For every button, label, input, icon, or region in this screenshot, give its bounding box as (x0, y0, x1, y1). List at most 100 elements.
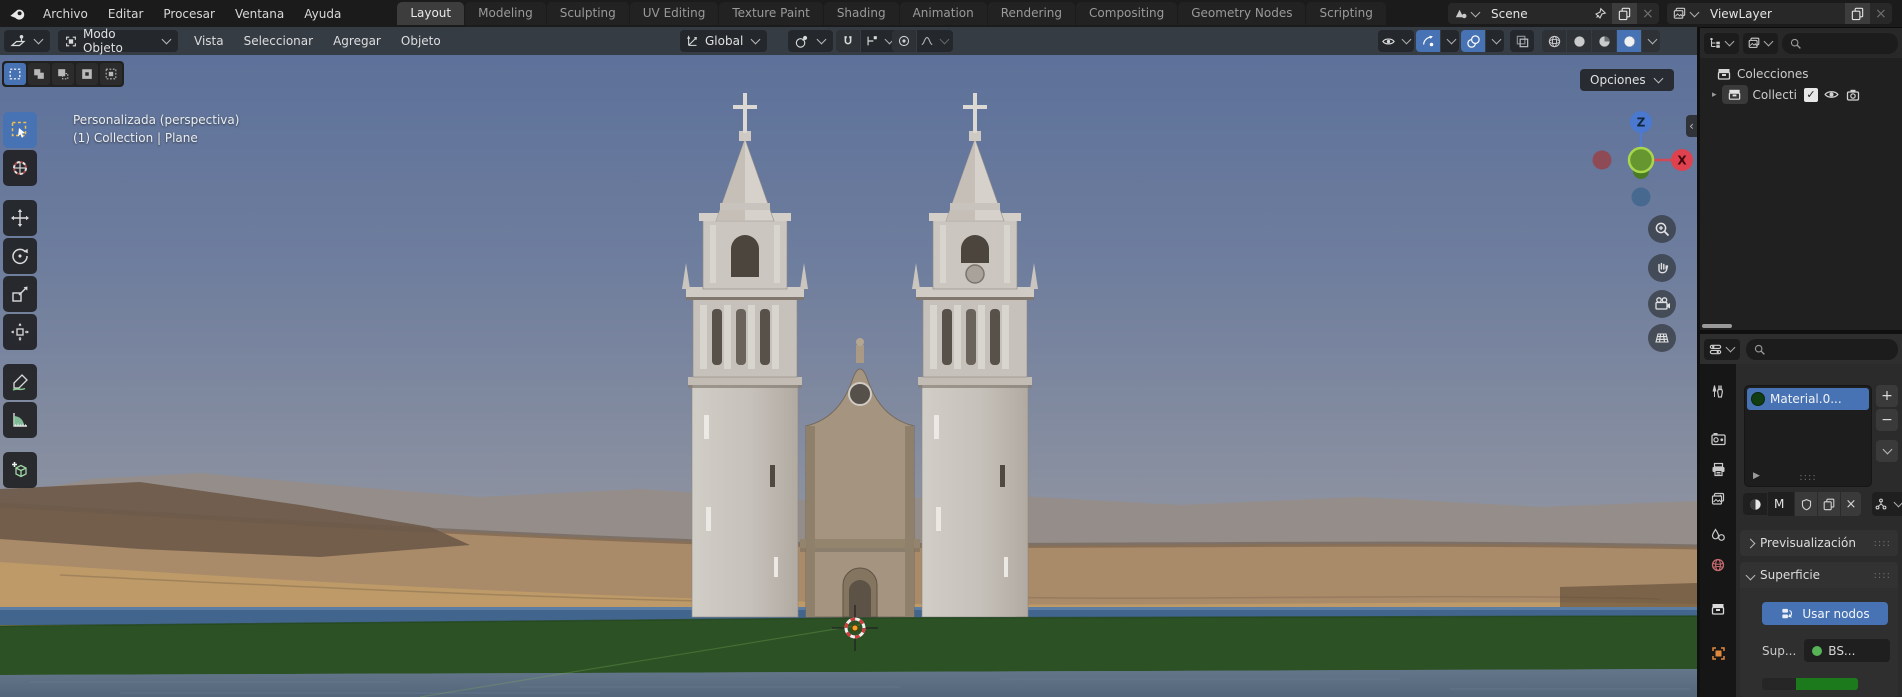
tab-object[interactable] (1700, 638, 1736, 668)
menu-objeto[interactable]: Objeto (391, 34, 451, 48)
collection-row[interactable]: ▸ Collecti ✓ (1700, 84, 1902, 105)
properties-editor-type-button[interactable] (1704, 339, 1740, 360)
panel-drag-grip[interactable]: :::: (1874, 538, 1891, 549)
scene-collection-row[interactable]: Colecciones (1700, 63, 1902, 84)
tool-add-cube[interactable] (3, 452, 37, 488)
proportional-falloff-button[interactable] (917, 30, 953, 52)
pivot-point-button[interactable] (788, 30, 833, 52)
collection-icon-button[interactable] (1722, 85, 1748, 104)
tool-annotate[interactable] (3, 364, 37, 400)
pan-button[interactable] (1648, 254, 1676, 282)
color-row-left[interactable] (1762, 678, 1796, 690)
select-mode-new[interactable] (4, 63, 26, 85)
mode-selector[interactable]: Modo Objeto (58, 30, 178, 52)
workspace-tab-scripting[interactable]: Scripting (1306, 2, 1385, 25)
blender-logo-icon[interactable] (0, 0, 33, 27)
select-mode-invert[interactable] (76, 63, 98, 85)
grass-plane[interactable] (0, 616, 1697, 675)
editor-type-button[interactable] (4, 30, 50, 52)
scene-pin-button[interactable] (1588, 3, 1612, 24)
tab-scene[interactable] (1700, 520, 1736, 550)
tab-collection[interactable] (1700, 594, 1736, 624)
workspace-tab-rendering[interactable]: Rendering (988, 2, 1075, 25)
proportional-editing-toggle[interactable] (892, 30, 916, 52)
menu-archivo[interactable]: Archivo (33, 0, 98, 27)
menu-ventana[interactable]: Ventana (225, 0, 294, 27)
menu-editar[interactable]: Editar (98, 0, 154, 27)
properties-search-input[interactable] (1746, 339, 1898, 360)
unlink-material-button[interactable]: × (1841, 492, 1861, 516)
scene-browse-button[interactable] (1448, 3, 1486, 24)
select-mode-intersect[interactable] (100, 63, 122, 85)
material-name-field[interactable]: M (1768, 492, 1794, 516)
outliner-filter-button[interactable] (1743, 33, 1778, 54)
workspace-tab-uv-editing[interactable]: UV Editing (630, 2, 719, 25)
viewlayer-remove-button[interactable]: × (1870, 3, 1892, 24)
use-nodes-button[interactable]: Usar nodos (1762, 602, 1888, 625)
outliner-search-input[interactable] (1782, 33, 1898, 54)
tool-select-box[interactable] (3, 112, 37, 148)
tool-rotate[interactable] (3, 238, 37, 274)
viewlayer-name-field[interactable]: ViewLayer (1705, 3, 1845, 24)
workspace-tab-texture-paint[interactable]: Texture Paint (719, 2, 822, 25)
tool-cursor[interactable] (3, 150, 37, 186)
viewlayer-browse-button[interactable] (1667, 3, 1705, 24)
tool-transform[interactable] (3, 314, 37, 350)
shading-rendered-button[interactable] (1617, 30, 1641, 52)
show-gizmo-toggle[interactable] (1416, 30, 1440, 52)
zoom-button[interactable] (1648, 215, 1676, 243)
tool-measure[interactable] (3, 402, 37, 438)
snap-toggle[interactable] (836, 30, 860, 52)
fake-user-button[interactable] (1795, 492, 1817, 516)
shading-material-preview-button[interactable] (1592, 30, 1616, 52)
workspace-tab-geometry-nodes[interactable]: Geometry Nodes (1178, 2, 1305, 25)
workspace-tab-modeling[interactable]: Modeling (465, 2, 546, 25)
collection-checkbox[interactable]: ✓ (1804, 88, 1818, 102)
viewport-canvas[interactable] (0, 27, 1697, 697)
material-slot-list[interactable]: Material.0... ▶ :::: (1744, 385, 1872, 487)
browse-material-button[interactable] (1743, 493, 1767, 515)
base-color-swatch[interactable] (1796, 678, 1858, 690)
tool-scale[interactable] (3, 276, 37, 312)
add-material-slot-button[interactable]: + (1876, 385, 1898, 407)
new-material-button[interactable] (1818, 492, 1840, 516)
shading-solid-button[interactable] (1567, 30, 1591, 52)
workspace-tab-shading[interactable]: Shading (824, 2, 899, 25)
shading-dropdown[interactable] (1642, 30, 1660, 52)
overlays-dropdown[interactable] (1486, 30, 1504, 52)
menu-ayuda[interactable]: Ayuda (294, 0, 351, 27)
gizmo-dropdown[interactable] (1441, 30, 1459, 52)
tab-render[interactable] (1700, 424, 1736, 454)
outliner-scrollbar-horizontal[interactable] (1702, 324, 1732, 328)
hide-eye-toggle[interactable] (1823, 86, 1840, 103)
sidebar-toggle[interactable]: ‹ (1686, 115, 1697, 137)
surface-shader-button[interactable]: BS... (1804, 639, 1890, 662)
tab-output[interactable] (1700, 454, 1736, 484)
select-mode-subtract[interactable] (52, 63, 74, 85)
show-overlays-toggle[interactable] (1461, 30, 1485, 52)
panel-preview-header[interactable]: Previsualización :::: (1740, 530, 1898, 556)
visibility-dropdown[interactable] (1378, 30, 1414, 52)
material-specials-button[interactable] (1876, 440, 1898, 462)
panel-surface-header[interactable]: Superficie :::: (1740, 562, 1898, 588)
outliner-display-mode-button[interactable] (1704, 33, 1739, 54)
navigation-gizmo[interactable]: Z X (1580, 87, 1697, 215)
render-visibility-camera-toggle[interactable] (1845, 87, 1861, 103)
workspace-tab-layout[interactable]: Layout (397, 2, 464, 25)
workspace-tab-sculpting[interactable]: Sculpting (547, 2, 629, 25)
xray-toggle[interactable] (1510, 30, 1534, 52)
scene-new-button[interactable] (1612, 3, 1637, 24)
expand-icon[interactable]: ▸ (1712, 90, 1717, 100)
remove-material-slot-button[interactable]: − (1876, 409, 1898, 431)
select-mode-extend[interactable] (28, 63, 50, 85)
workspace-tab-compositing[interactable]: Compositing (1076, 2, 1177, 25)
menu-seleccionar[interactable]: Seleccionar (234, 34, 323, 48)
workspace-tab-animation[interactable]: Animation (900, 2, 987, 25)
tab-view-layer[interactable] (1700, 484, 1736, 514)
camera-view-button[interactable] (1648, 290, 1676, 318)
node-tree-button[interactable] (1872, 492, 1902, 516)
tab-world[interactable] (1700, 550, 1736, 580)
material-slot-active[interactable]: Material.0... (1747, 388, 1869, 410)
resize-grip[interactable]: :::: (1799, 472, 1816, 483)
viewlayer-new-button[interactable] (1845, 3, 1870, 24)
